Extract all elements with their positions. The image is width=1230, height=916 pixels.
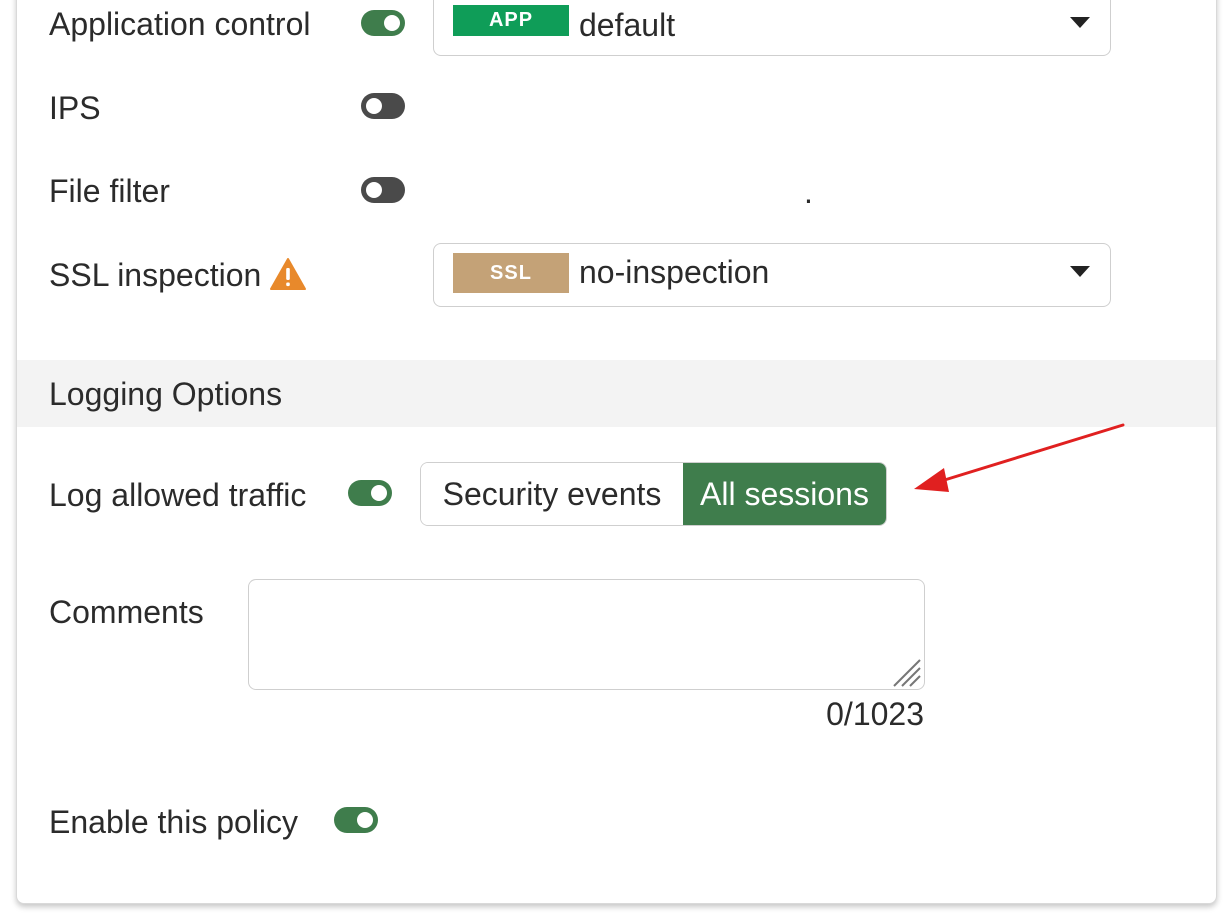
app-badge: APP <box>453 5 569 36</box>
comments-textarea[interactable] <box>248 579 925 690</box>
logging-options-header: Logging Options <box>17 360 1216 427</box>
comments-char-counter: 0/1023 <box>826 696 924 732</box>
comments-label: Comments <box>49 594 204 630</box>
policy-form-panel <box>16 0 1217 904</box>
chevron-down-icon <box>1070 266 1090 277</box>
toggle-knob <box>357 812 373 828</box>
ips-label: IPS <box>49 90 101 126</box>
log-allowed-traffic-label: Log allowed traffic <box>49 477 307 513</box>
enable-policy-toggle[interactable] <box>334 807 378 833</box>
toggle-knob <box>384 15 400 31</box>
logging-options-title: Logging Options <box>49 376 283 412</box>
enable-policy-label: Enable this policy <box>49 804 299 840</box>
all-sessions-option[interactable]: All sessions <box>683 463 886 525</box>
chevron-down-icon <box>1070 17 1090 28</box>
application-control-toggle[interactable] <box>361 10 405 36</box>
application-control-select[interactable]: APP default <box>433 0 1111 56</box>
log-traffic-segmented-control: Security events All sessions <box>420 462 887 526</box>
ssl-inspection-label: SSL inspection <box>49 257 262 293</box>
log-allowed-traffic-toggle[interactable] <box>348 480 392 506</box>
ssl-inspection-value: no-inspection <box>579 254 770 290</box>
application-control-label: Application control <box>49 6 311 42</box>
ssl-badge: SSL <box>453 253 569 293</box>
file-filter-label: File filter <box>49 173 170 209</box>
resize-grip-icon[interactable] <box>888 654 922 688</box>
security-events-option[interactable]: Security events <box>421 463 683 525</box>
file-filter-toggle[interactable] <box>361 177 405 203</box>
toggle-knob <box>366 98 382 114</box>
file-filter-placeholder-dot: . <box>804 174 813 210</box>
application-control-value: default <box>579 7 676 43</box>
ips-toggle[interactable] <box>361 93 405 119</box>
toggle-knob <box>366 182 382 198</box>
toggle-knob <box>371 485 387 501</box>
ssl-inspection-select[interactable]: SSL no-inspection <box>433 243 1111 307</box>
warning-triangle-icon[interactable] <box>269 257 307 291</box>
